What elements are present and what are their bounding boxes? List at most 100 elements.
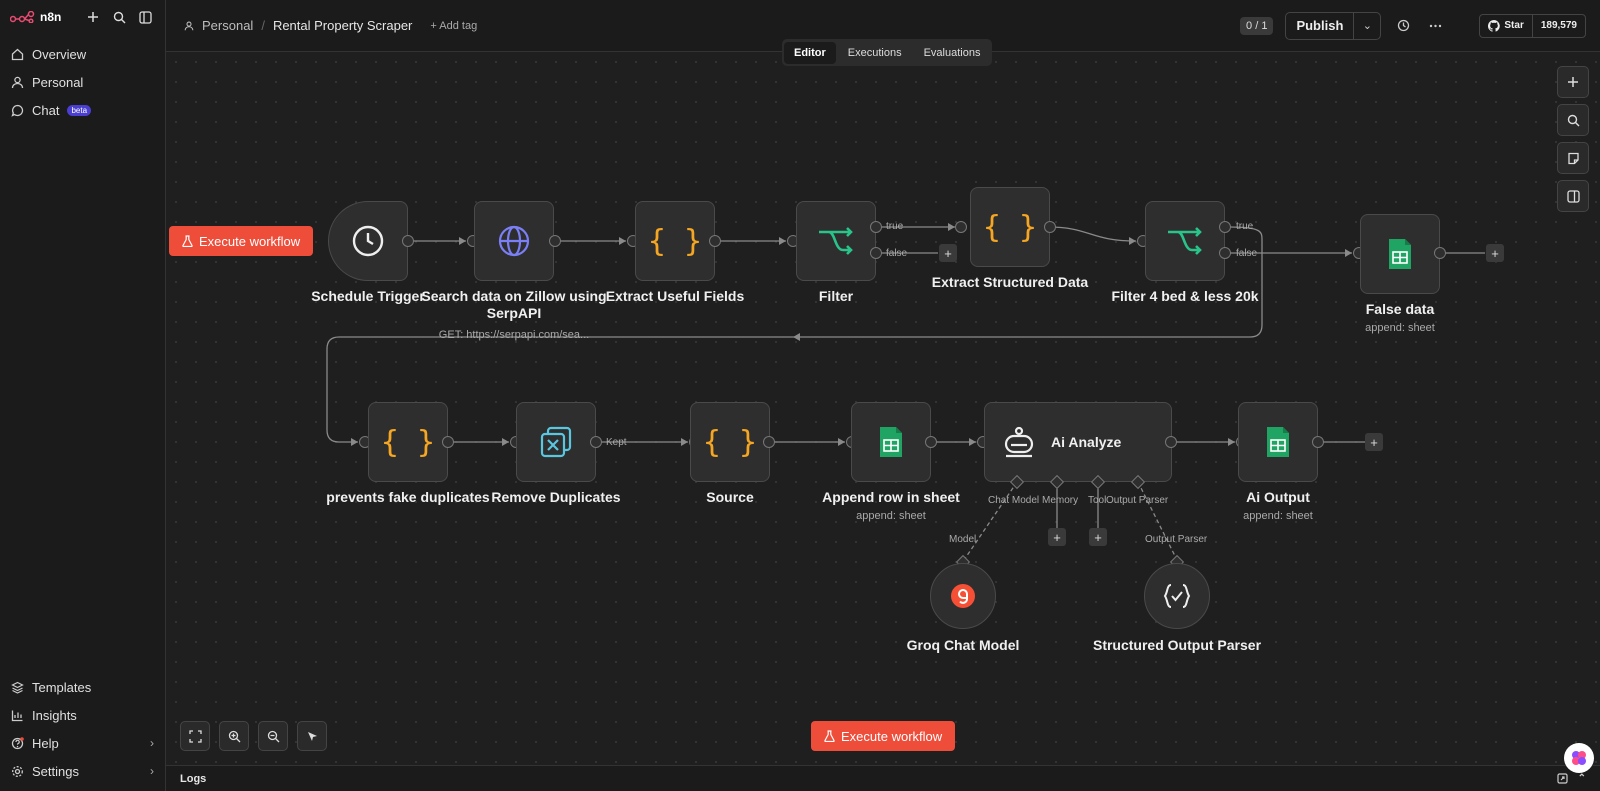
output-port[interactable] (1312, 436, 1324, 448)
fit-view-button[interactable] (180, 721, 210, 751)
github-star-button[interactable]: Star 189,579 (1479, 13, 1586, 38)
node-label-remove-duplicates: Remove Duplicates (491, 489, 621, 505)
output-port[interactable] (763, 436, 775, 448)
tidy-up-button[interactable] (297, 721, 327, 751)
node-label-structured-output-parser: Structured Output Parser (1092, 637, 1262, 653)
output-port-true[interactable] (1219, 221, 1231, 233)
history-icon[interactable] (1393, 16, 1413, 36)
breadcrumb-project[interactable]: Personal (202, 18, 253, 33)
code-node-extract-structured[interactable]: { } (970, 187, 1050, 267)
publish-button[interactable]: Publish (1286, 12, 1355, 39)
logs-bar[interactable]: Logs ⌃ (166, 765, 1600, 791)
flask-icon (182, 235, 193, 247)
tab-editor[interactable]: Editor (784, 41, 836, 64)
sidebar-toggle-icon[interactable] (135, 7, 155, 27)
output-port[interactable] (1434, 247, 1446, 259)
add-memory-button[interactable]: + (1048, 528, 1066, 546)
add-node-panel-button[interactable] (1557, 66, 1589, 98)
plus-icon[interactable] (83, 7, 103, 27)
output-port[interactable] (1165, 436, 1177, 448)
input-port[interactable] (955, 221, 967, 233)
sidebar-item-chat[interactable]: Chat beta (0, 96, 165, 124)
zoom-in-button[interactable] (219, 721, 249, 751)
templates-icon (11, 681, 24, 694)
sidebar-item-settings[interactable]: Settings › (0, 757, 165, 785)
beta-badge: beta (67, 104, 92, 116)
output-port[interactable] (402, 235, 414, 247)
output-port-false[interactable] (1219, 247, 1231, 259)
output-port-false[interactable] (870, 247, 882, 259)
logo-text: n8n (40, 10, 62, 24)
ai-assistant-button[interactable] (1564, 743, 1594, 773)
zoom-out-button[interactable] (258, 721, 288, 751)
filter-icon (1168, 227, 1202, 255)
edge-label-false: false (886, 248, 908, 259)
chevron-up-icon[interactable]: ⌃ (1578, 773, 1586, 784)
sidebar-item-label: Personal (32, 74, 84, 90)
schedule-trigger-node[interactable] (328, 201, 408, 281)
n8n-logo[interactable]: n8n (10, 10, 61, 24)
chevron-down-icon[interactable]: ⌄ (1354, 13, 1380, 39)
code-node-prevents-duplicates[interactable]: { } (368, 402, 448, 482)
sheets-node-append-row[interactable] (851, 402, 931, 482)
sidebar-item-overview[interactable]: Overview (0, 40, 165, 68)
popout-icon[interactable] (1557, 773, 1568, 784)
braces-icon: { } (982, 209, 1038, 245)
add-tool-button[interactable]: + (1089, 528, 1107, 546)
sidebar-item-help[interactable]: Help › (0, 729, 165, 757)
ai-agent-node[interactable]: Ai Analyze (984, 402, 1172, 482)
node-label-ai-output: Ai Output append: sheet (1178, 489, 1378, 525)
sidebar-item-insights[interactable]: Insights (0, 701, 165, 729)
toggle-panel-button[interactable] (1557, 180, 1589, 212)
output-port[interactable] (549, 235, 561, 247)
execute-workflow-bottom-button[interactable]: Execute workflow (811, 721, 956, 751)
remove-duplicates-node[interactable] (516, 402, 596, 482)
edge-label-true: true (886, 221, 904, 232)
edge-label-false: false (1236, 248, 1258, 259)
sidebar-header: n8n (0, 0, 165, 34)
tab-evaluations[interactable]: Evaluations (914, 42, 991, 64)
tab-executions[interactable]: Executions (838, 42, 912, 64)
output-port[interactable] (1044, 221, 1056, 233)
connector-label-tool: Tool (1088, 495, 1107, 506)
sidebar-item-label: Templates (32, 679, 92, 695)
add-node-button[interactable]: + (1486, 244, 1504, 262)
add-node-button[interactable]: + (1365, 433, 1383, 451)
more-icon[interactable] (1425, 16, 1445, 36)
search-icon[interactable] (109, 7, 129, 27)
output-port[interactable] (925, 436, 937, 448)
node-title: Ai Analyze (1051, 434, 1122, 450)
filter-node[interactable] (796, 201, 876, 281)
plus-icon (1568, 77, 1578, 87)
execute-workflow-button[interactable]: Execute workflow (169, 226, 314, 256)
version-counter: 0 / 1 (1240, 16, 1274, 35)
http-request-node[interactable] (474, 201, 554, 281)
chart-icon (11, 710, 23, 721)
output-port-true[interactable] (870, 221, 882, 233)
output-port[interactable] (590, 436, 602, 448)
filter-4-bed-node[interactable] (1145, 201, 1225, 281)
connector-label-output-parser: Output Parser (1106, 495, 1169, 506)
add-node-button[interactable]: + (939, 244, 957, 262)
sticky-note-button[interactable] (1557, 142, 1589, 174)
sidebar-item-personal[interactable]: Personal (0, 68, 165, 96)
groq-chat-model-node[interactable] (930, 563, 996, 629)
edge-label-true: true (1236, 221, 1254, 232)
search-icon (1567, 114, 1579, 126)
execute-workflow-label: Execute workflow (199, 233, 301, 249)
sticky-note-icon (1567, 152, 1579, 164)
breadcrumb-separator: / (261, 18, 265, 33)
sidebar-item-templates[interactable]: Templates (0, 673, 165, 701)
output-port[interactable] (442, 436, 454, 448)
code-node-source[interactable]: { } (690, 402, 770, 482)
n8n-logo-icon (10, 11, 35, 23)
search-nodes-button[interactable] (1557, 104, 1589, 136)
output-port[interactable] (709, 235, 721, 247)
workflow-name[interactable]: Rental Property Scraper (273, 18, 412, 33)
structured-output-parser-node[interactable] (1144, 563, 1210, 629)
remove-duplicates-icon (540, 426, 572, 458)
sheets-node-false-data[interactable] (1360, 214, 1440, 294)
sheets-node-ai-output[interactable] (1238, 402, 1318, 482)
code-node-extract-fields[interactable]: { } (635, 201, 715, 281)
add-tag-button[interactable]: + Add tag (430, 20, 477, 32)
